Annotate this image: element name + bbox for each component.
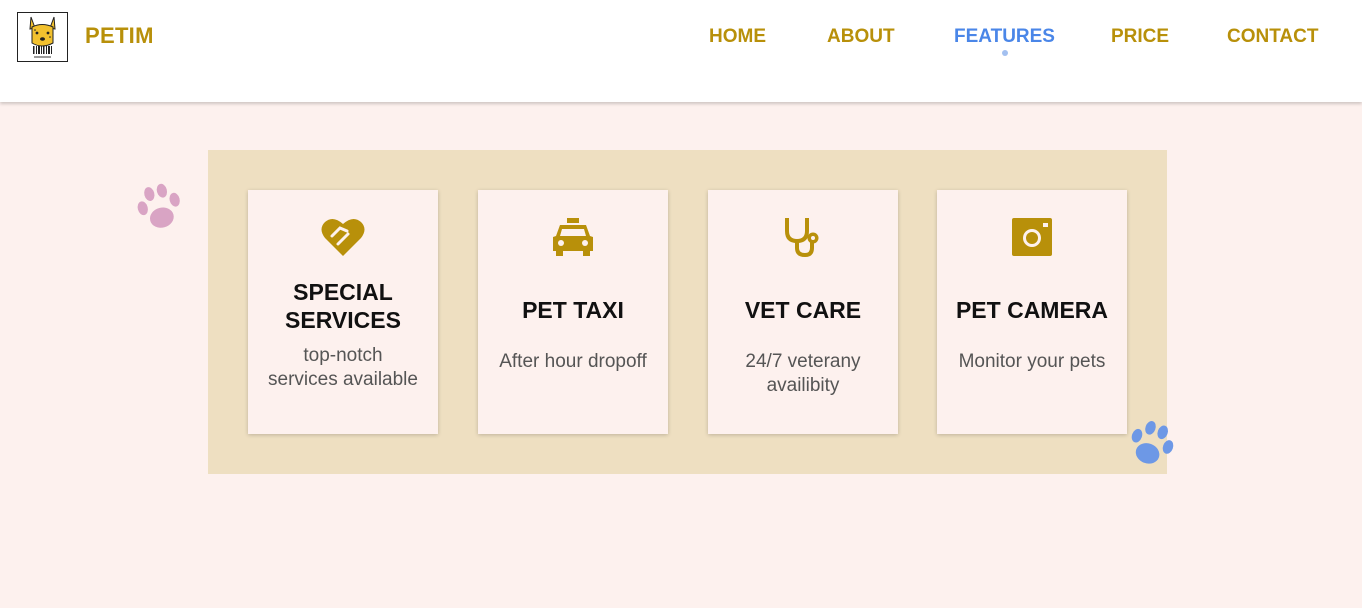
nav-contact[interactable]: CONTACT [1227, 26, 1318, 48]
feature-card[interactable]: VET CARE 24/7 veterany availibity [708, 190, 898, 434]
feature-card[interactable]: PET CAMERA Monitor your pets [937, 190, 1127, 434]
heart-handshake-icon [248, 214, 438, 260]
feature-description: Monitor your pets [958, 351, 1106, 372]
active-nav-indicator [1002, 50, 1008, 56]
blue-paw-icon [1131, 421, 1174, 464]
taxi-icon [478, 214, 668, 260]
nav-price[interactable]: PRICE [1111, 26, 1169, 48]
feature-title: VET CARE [744, 297, 862, 323]
feature-title: PET TAXI [522, 297, 624, 323]
feature-description: top-notch services available [268, 345, 418, 390]
nav-home[interactable]: HOME [709, 26, 766, 48]
nav-about[interactable]: ABOUT [827, 26, 895, 48]
header: PETIM HOME ABOUT FEATURES PRICE CONTACT [0, 0, 1362, 102]
feature-card[interactable]: PET TAXI After hour dropoff [478, 190, 668, 434]
feature-card[interactable]: SPECIAL SERVICES top-notch services avai… [248, 190, 438, 434]
nav-features[interactable]: FEATURES [954, 26, 1055, 48]
camera-icon [937, 214, 1127, 260]
feature-description: 24/7 veterany availibity [745, 351, 861, 396]
pink-paw-icon [137, 183, 180, 228]
features-panel: SPECIAL SERVICES top-notch services avai… [208, 150, 1167, 474]
feature-description: After hour dropoff [499, 351, 647, 372]
stethoscope-icon [708, 214, 898, 260]
feature-title: SPECIAL SERVICES [285, 279, 401, 333]
main-nav: HOME ABOUT FEATURES PRICE CONTACT [0, 26, 1362, 56]
feature-title: PET CAMERA [955, 297, 1109, 323]
